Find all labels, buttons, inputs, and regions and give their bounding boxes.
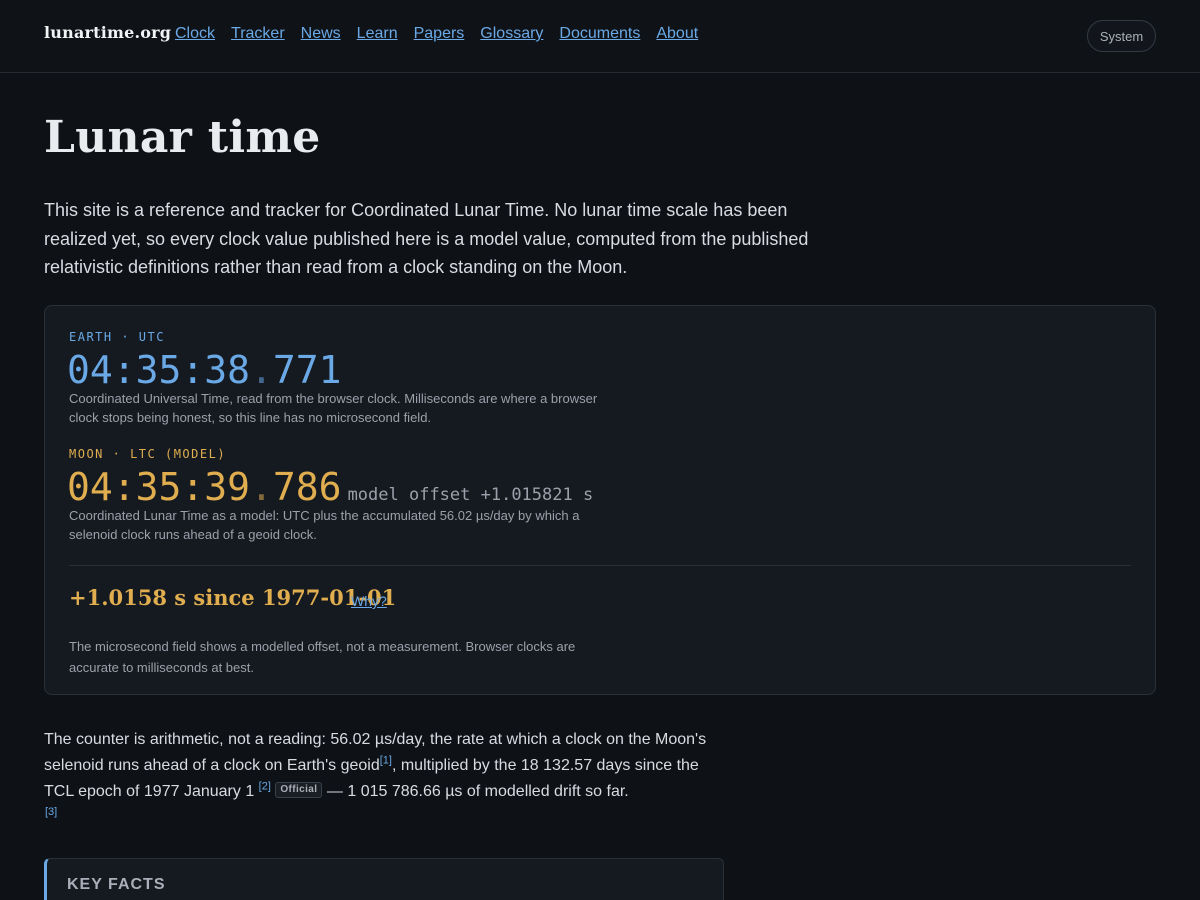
nav-clock[interactable]: Clock — [175, 24, 215, 44]
card-divider — [69, 565, 1131, 566]
main-nav: Clock Tracker News Learn Papers Glossary… — [175, 24, 698, 44]
moon-clock-description: Coordinated Lunar Time as a model: UTC p… — [69, 508, 580, 542]
moon-clock-ms: 786 — [272, 465, 342, 509]
citation-2[interactable]: [2] — [259, 781, 271, 793]
nav-documents[interactable]: Documents — [559, 24, 640, 44]
model-offset: model offset +1.015821 s — [347, 485, 594, 505]
key-facts-title: KEY FACTS — [67, 876, 166, 893]
explainer-paragraph: The counter is arithmetic, not a reading… — [44, 727, 724, 805]
site-brand[interactable]: lunartime.org — [44, 23, 171, 42]
moon-clock-separator: . — [250, 465, 273, 509]
top-bar: lunartime.org Clock Tracker News Learn P… — [0, 0, 1200, 73]
key-facts-panel: KEY FACTS — [44, 858, 724, 900]
nav-learn[interactable]: Learn — [357, 24, 398, 44]
clock-note: The microsecond field shows a modelled o… — [69, 639, 576, 675]
intro-paragraph: This site is a reference and tracker for… — [44, 200, 809, 277]
earth-clock-separator: . — [250, 348, 273, 392]
nav-tracker[interactable]: Tracker — [231, 24, 285, 44]
earth-clock-label: EARTH · UTC — [69, 330, 165, 344]
moon-clock-label: MOON · LTC (MODEL) — [69, 447, 227, 461]
drift-since-epoch: +1.0158 s since 1977-01-01 — [69, 585, 397, 610]
official-badge: Official — [275, 782, 323, 798]
explainer-text-3: — 1 015 786.66 µs of modelled drift so f… — [322, 783, 629, 800]
earth-clock-hms: 04:35:38 — [67, 348, 251, 392]
citation-1[interactable]: [1] — [380, 755, 392, 767]
earth-clock-value: 04:35:38.771 — [67, 348, 342, 392]
page-title: Lunar time — [44, 112, 321, 163]
theme-toggle-button[interactable]: System — [1087, 20, 1156, 52]
clock-card: EARTH · UTC 04:35:38.771 Coordinated Uni… — [44, 305, 1156, 695]
nav-about[interactable]: About — [656, 24, 698, 44]
earth-clock-description: Coordinated Universal Time, read from th… — [69, 391, 598, 425]
moon-clock-hms: 04:35:39 — [67, 465, 251, 509]
why-link[interactable]: Why? — [351, 593, 387, 609]
earth-clock-ms: 771 — [272, 348, 342, 392]
nav-glossary[interactable]: Glossary — [480, 24, 543, 44]
nav-papers[interactable]: Papers — [414, 24, 465, 44]
nav-news[interactable]: News — [301, 24, 341, 44]
citation-3[interactable]: [3] — [45, 806, 57, 818]
